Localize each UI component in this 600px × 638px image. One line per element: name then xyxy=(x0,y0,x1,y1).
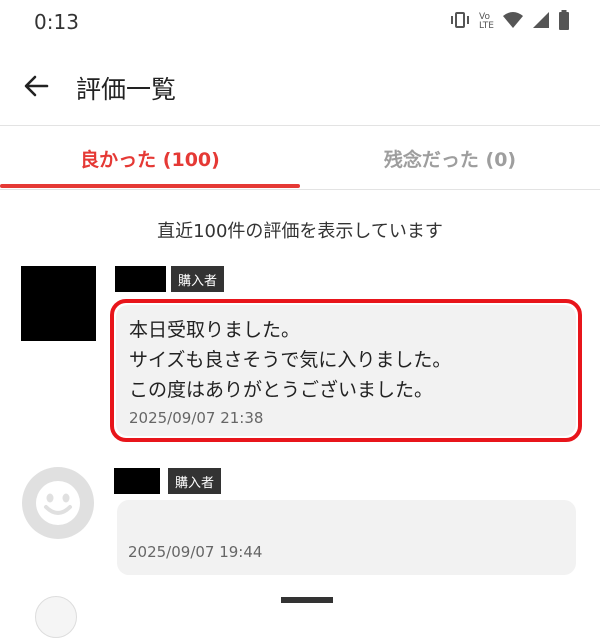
avatar[interactable] xyxy=(22,467,94,539)
app-bar: 評価一覧 xyxy=(0,46,600,126)
review-line: 本日受取りました。 xyxy=(129,319,301,341)
review-count-notice: 直近100件の評価を表示しています xyxy=(157,221,443,242)
reviewer-name-redacted[interactable] xyxy=(114,468,160,494)
default-avatar-icon xyxy=(36,481,80,525)
reviewer-name-redacted[interactable] xyxy=(115,266,166,292)
page-title: 評価一覧 xyxy=(76,75,177,104)
tab-good[interactable]: 良かった (100) xyxy=(0,127,300,189)
review-item: 購入者 本日受取りました。 サイズも良さそうで気に入りました。 この度はありがと… xyxy=(0,266,600,446)
review-item: 購入者 2025/09/07 19:44 xyxy=(0,467,600,577)
review-line: この度はありがとうございました。 xyxy=(129,379,434,401)
buyer-badge: 購入者 xyxy=(168,468,222,494)
review-text: 本日受取りました。 サイズも良さそうで気に入りました。 この度はありがとうござい… xyxy=(129,315,576,405)
wifi-icon xyxy=(502,11,524,33)
review-date: 2025/09/07 19:44 xyxy=(128,543,263,561)
review-bubble: 2025/09/07 19:44 xyxy=(117,500,576,575)
status-bar: 0:13 Vo LTE xyxy=(0,0,600,46)
signal-icon xyxy=(532,11,550,33)
tab-bar: 良かった (100) 残念だった (0) xyxy=(0,127,600,190)
avatar[interactable] xyxy=(21,266,96,341)
review-date: 2025/09/07 21:38 xyxy=(129,409,264,427)
volte-icon: Vo LTE xyxy=(479,12,494,31)
arrow-left-icon xyxy=(24,75,49,97)
review-bubble: 本日受取りました。 サイズも良さそうで気に入りました。 この度はありがとうござい… xyxy=(116,305,576,436)
back-button[interactable] xyxy=(18,68,54,104)
status-icons: Vo LTE xyxy=(449,10,570,34)
avatar[interactable] xyxy=(35,596,77,638)
active-tab-indicator xyxy=(0,184,300,188)
review-line: サイズも良さそうで気に入りました。 xyxy=(129,349,452,371)
buyer-badge: 購入者 xyxy=(171,266,225,292)
vibrate-icon xyxy=(449,11,471,33)
status-time: 0:13 xyxy=(34,10,79,34)
tab-disappointed[interactable]: 残念だった (0) xyxy=(300,127,600,189)
reviewer-name-redacted xyxy=(281,597,333,603)
battery-icon xyxy=(558,10,570,34)
